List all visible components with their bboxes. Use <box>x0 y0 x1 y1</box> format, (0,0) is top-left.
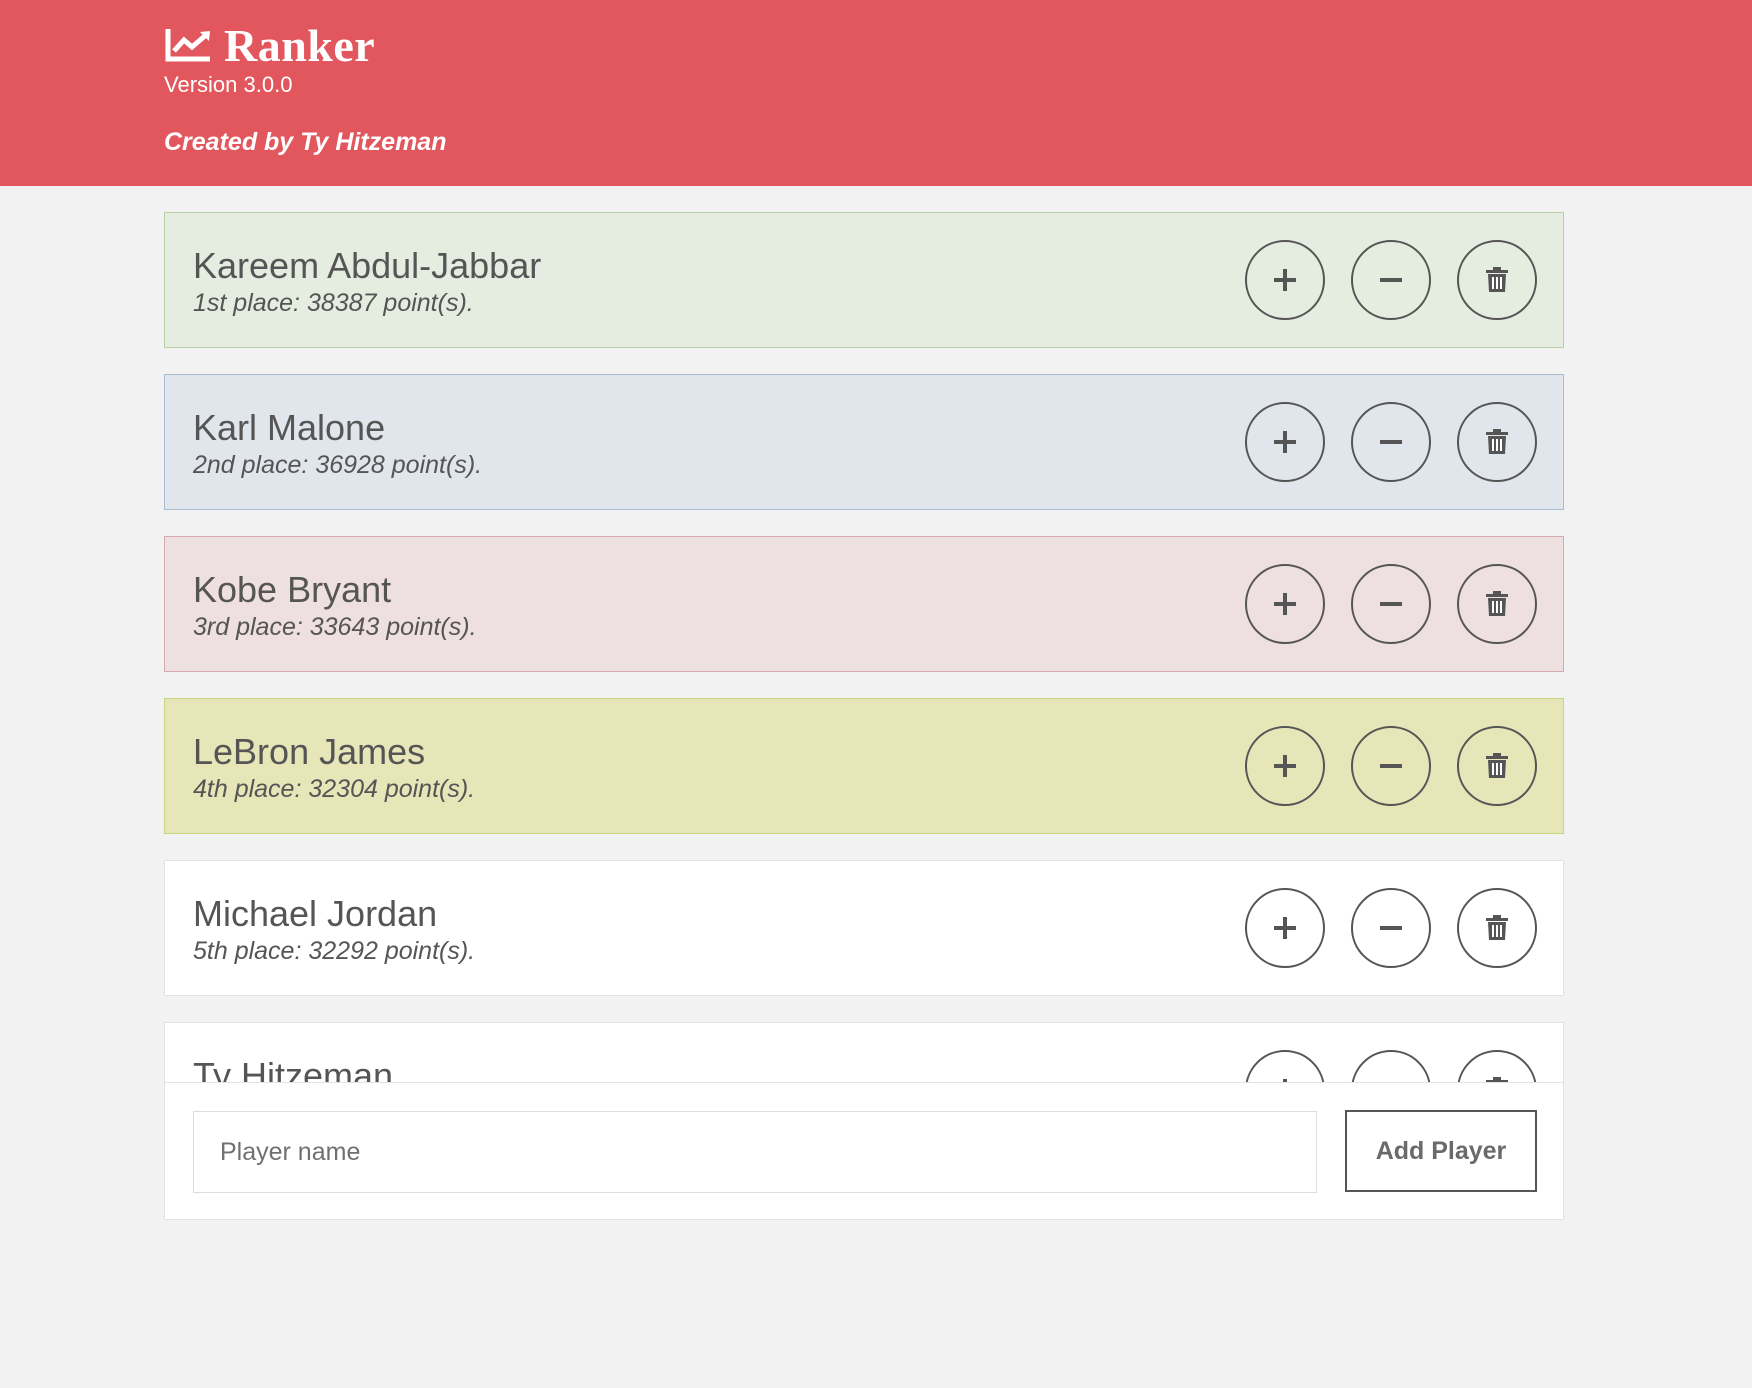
delete-button[interactable] <box>1457 240 1537 320</box>
brand: Ranker <box>164 18 375 72</box>
decrement-button[interactable] <box>1351 564 1431 644</box>
chart-line-icon <box>165 29 210 62</box>
increment-button[interactable] <box>1245 240 1325 320</box>
player-card: Karl Malone 2nd place: 36928 point(s). <box>164 374 1564 510</box>
player-controls <box>1245 240 1537 320</box>
player-score: 2nd place: 36928 point(s). <box>193 451 483 479</box>
player-name-input[interactable] <box>193 1111 1317 1193</box>
player-controls <box>1245 888 1537 968</box>
plus-icon <box>1274 917 1296 939</box>
minus-icon <box>1380 440 1402 444</box>
increment-button[interactable] <box>1245 888 1325 968</box>
trash-icon <box>1486 753 1508 778</box>
delete-button[interactable] <box>1457 402 1537 482</box>
increment-button[interactable] <box>1245 564 1325 644</box>
player-list: Kareem Abdul-Jabbar 1st place: 38387 poi… <box>164 212 1564 1184</box>
decrement-button[interactable] <box>1351 726 1431 806</box>
header-brand-block: Ranker Version 3.0.0 <box>164 18 375 98</box>
player-card: Kareem Abdul-Jabbar 1st place: 38387 poi… <box>164 212 1564 348</box>
plus-icon <box>1274 269 1296 291</box>
delete-button[interactable] <box>1457 726 1537 806</box>
app-version: Version 3.0.0 <box>164 72 293 97</box>
decrement-button[interactable] <box>1351 240 1431 320</box>
player-name: Karl Malone <box>193 407 386 448</box>
player-name: Kareem Abdul-Jabbar <box>193 245 542 286</box>
player-card: LeBron James 4th place: 32304 point(s). <box>164 698 1564 834</box>
player-score: 1st place: 38387 point(s). <box>193 289 474 317</box>
plus-icon <box>1274 431 1296 453</box>
trash-icon <box>1486 915 1508 940</box>
plus-icon <box>1274 593 1296 615</box>
player-controls <box>1245 726 1537 806</box>
add-player-button[interactable]: Add Player <box>1345 1110 1537 1192</box>
minus-icon <box>1380 278 1402 282</box>
player-name: Michael Jordan <box>193 893 438 934</box>
add-player-form: Add Player <box>164 1082 1564 1220</box>
delete-button[interactable] <box>1457 564 1537 644</box>
player-controls <box>1245 402 1537 482</box>
player-card: Michael Jordan 5th place: 32292 point(s)… <box>164 860 1564 996</box>
increment-button[interactable] <box>1245 726 1325 806</box>
player-card: Kobe Bryant 3rd place: 33643 point(s). <box>164 536 1564 672</box>
app-title: Ranker <box>224 19 376 71</box>
player-score: 3rd place: 33643 point(s). <box>193 613 477 641</box>
add-player-section: Add Player <box>164 1082 1564 1220</box>
minus-icon <box>1380 926 1402 930</box>
plus-icon <box>1274 755 1296 777</box>
trash-icon <box>1486 429 1508 454</box>
player-controls <box>1245 564 1537 644</box>
decrement-button[interactable] <box>1351 402 1431 482</box>
decrement-button[interactable] <box>1351 888 1431 968</box>
trash-icon <box>1486 267 1508 292</box>
author-credit: Created by Ty Hitzeman <box>164 128 447 156</box>
delete-button[interactable] <box>1457 888 1537 968</box>
player-name: Kobe Bryant <box>193 569 392 610</box>
minus-icon <box>1380 764 1402 768</box>
player-score: 4th place: 32304 point(s). <box>193 775 476 803</box>
increment-button[interactable] <box>1245 402 1325 482</box>
app-header: Ranker Version 3.0.0 Created by Ty Hitze… <box>0 0 1752 186</box>
player-score: 5th place: 32292 point(s). <box>193 937 476 965</box>
player-name: LeBron James <box>193 731 426 772</box>
minus-icon <box>1380 602 1402 606</box>
trash-icon <box>1486 591 1508 616</box>
